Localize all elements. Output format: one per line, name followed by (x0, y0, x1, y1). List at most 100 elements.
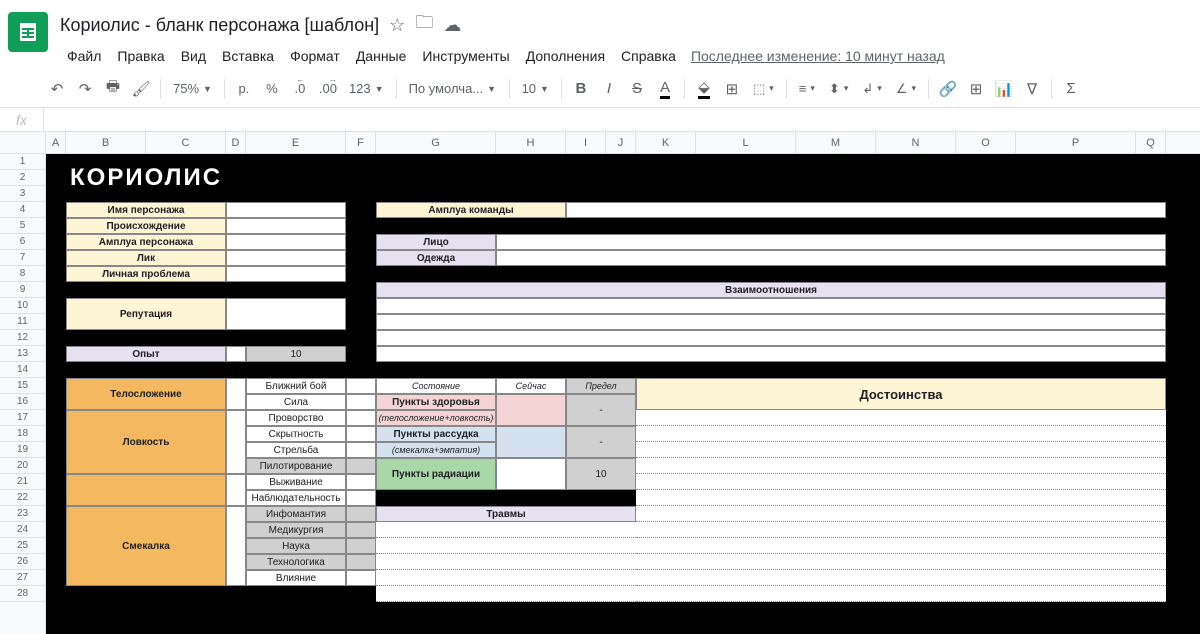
label-face[interactable]: Лик (66, 250, 226, 266)
col-header[interactable]: N (876, 132, 956, 153)
row-header[interactable]: 5 (0, 218, 45, 234)
redo-icon[interactable]: ↷ (72, 76, 98, 102)
functions-icon[interactable]: Σ (1058, 76, 1084, 102)
input-face[interactable] (496, 234, 1166, 250)
menu-data[interactable]: Данные (349, 44, 414, 68)
col-header[interactable]: M (796, 132, 876, 153)
select-all-corner[interactable] (0, 132, 46, 153)
skill-label[interactable]: Наблюдательность (246, 490, 346, 506)
borders-button[interactable]: ⊞ (719, 76, 745, 102)
menu-tools[interactable]: Инструменты (415, 44, 516, 68)
row-header[interactable]: 16 (0, 394, 45, 410)
skill-label[interactable]: Сила (246, 394, 346, 410)
menu-view[interactable]: Вид (174, 44, 213, 68)
skill-label[interactable]: Наука (246, 538, 346, 554)
col-header[interactable]: J (606, 132, 636, 153)
dec-decrease-button[interactable]: ←.0 (287, 76, 313, 102)
input-clothes[interactable] (496, 250, 1166, 266)
row-header[interactable]: 25 (0, 538, 45, 554)
col-header[interactable]: C (146, 132, 226, 153)
row-header[interactable]: 24 (0, 522, 45, 538)
merit-row[interactable] (636, 490, 1166, 506)
text-color-button[interactable]: A (652, 76, 678, 102)
merit-row[interactable] (636, 426, 1166, 442)
skill-val[interactable] (346, 506, 376, 522)
merit-row[interactable] (636, 554, 1166, 570)
relationship-row[interactable] (376, 298, 1166, 314)
skill-label[interactable]: Пилотирование (246, 458, 346, 474)
skill-val[interactable] (346, 426, 376, 442)
rotate-button[interactable]: ∠▾ (890, 76, 922, 102)
attr-body-val[interactable] (226, 378, 246, 410)
row-header[interactable]: 23 (0, 506, 45, 522)
merit-row[interactable] (636, 506, 1166, 522)
attr-gap-val[interactable] (226, 474, 246, 506)
hp-label[interactable]: Пункты здоровья (376, 394, 496, 410)
injury-row[interactable] (376, 570, 636, 586)
merit-row[interactable] (636, 474, 1166, 490)
merit-row[interactable] (636, 410, 1166, 426)
mp-now[interactable] (496, 426, 566, 458)
skill-label[interactable]: Медикургия (246, 522, 346, 538)
last-change[interactable]: Последнее изменение: 10 минут назад (691, 48, 945, 64)
injury-row[interactable] (376, 586, 636, 602)
relationship-row[interactable] (376, 346, 1166, 362)
skill-val[interactable] (346, 410, 376, 426)
attr-body[interactable]: Телосложение (66, 378, 226, 410)
label-relationships[interactable]: Взаимоотношения (376, 282, 1166, 298)
bold-button[interactable]: B (568, 76, 594, 102)
row-header[interactable]: 7 (0, 250, 45, 266)
row-header[interactable]: 19 (0, 442, 45, 458)
row-header[interactable]: 9 (0, 282, 45, 298)
skill-label[interactable]: Технологика (246, 554, 346, 570)
merit-row[interactable] (636, 442, 1166, 458)
col-header[interactable]: P (1016, 132, 1136, 153)
mp-sub[interactable]: (смекалка+эмпатия) (376, 442, 496, 458)
number-format-select[interactable]: 123▼ (343, 76, 390, 102)
row-header[interactable]: 21 (0, 474, 45, 490)
relationship-row[interactable] (376, 314, 1166, 330)
col-header[interactable]: Q (1136, 132, 1166, 153)
print-icon[interactable]: 🖶 (100, 76, 126, 102)
halign-button[interactable]: ≡▾ (793, 76, 821, 102)
menu-help[interactable]: Справка (614, 44, 683, 68)
rad-limit[interactable]: 10 (566, 458, 636, 490)
exp-value[interactable]: 10 (246, 346, 346, 362)
skill-val[interactable] (346, 474, 376, 490)
row-header[interactable]: 28 (0, 586, 45, 602)
col-header[interactable]: A (46, 132, 66, 153)
injuries-label[interactable]: Травмы (376, 506, 636, 522)
label-face[interactable]: Лицо (376, 234, 496, 250)
wrap-button[interactable]: ↲▾ (856, 76, 887, 102)
comment-icon[interactable]: ⊞ (963, 76, 989, 102)
row-header[interactable]: 27 (0, 570, 45, 586)
formula-input[interactable] (44, 108, 1200, 131)
input-name[interactable] (226, 202, 346, 218)
input-role[interactable] (226, 234, 346, 250)
chart-icon[interactable]: 📊 (991, 76, 1017, 102)
row-header[interactable]: 20 (0, 458, 45, 474)
label-team-role[interactable]: Амплуа команды (376, 202, 566, 218)
skill-val[interactable] (346, 522, 376, 538)
cond-limit[interactable]: Предел (566, 378, 636, 394)
injury-row[interactable] (376, 554, 636, 570)
injury-row[interactable] (376, 522, 636, 538)
attr-wits[interactable]: Смекалка (66, 506, 226, 586)
row-header[interactable]: 4 (0, 202, 45, 218)
merit-row[interactable] (636, 538, 1166, 554)
merit-row[interactable] (636, 570, 1166, 586)
strike-button[interactable]: S (624, 76, 650, 102)
label-role[interactable]: Амплуа персонажа (66, 234, 226, 250)
filter-icon[interactable]: ∇ (1019, 76, 1045, 102)
row-header[interactable]: 2 (0, 170, 45, 186)
input-team-role[interactable] (566, 202, 1166, 218)
row-header[interactable]: 18 (0, 426, 45, 442)
sheet-canvas[interactable]: КОРИОЛИСИмя персонажаПроисхождениеАмплуа… (46, 154, 1200, 634)
label-clothes[interactable]: Одежда (376, 250, 496, 266)
rad-now[interactable] (496, 458, 566, 490)
attr-wits-val[interactable] (226, 506, 246, 586)
col-header[interactable]: E (246, 132, 346, 153)
menu-file[interactable]: Файл (60, 44, 108, 68)
row-header[interactable]: 3 (0, 186, 45, 202)
attr-agility-val[interactable] (226, 410, 246, 474)
